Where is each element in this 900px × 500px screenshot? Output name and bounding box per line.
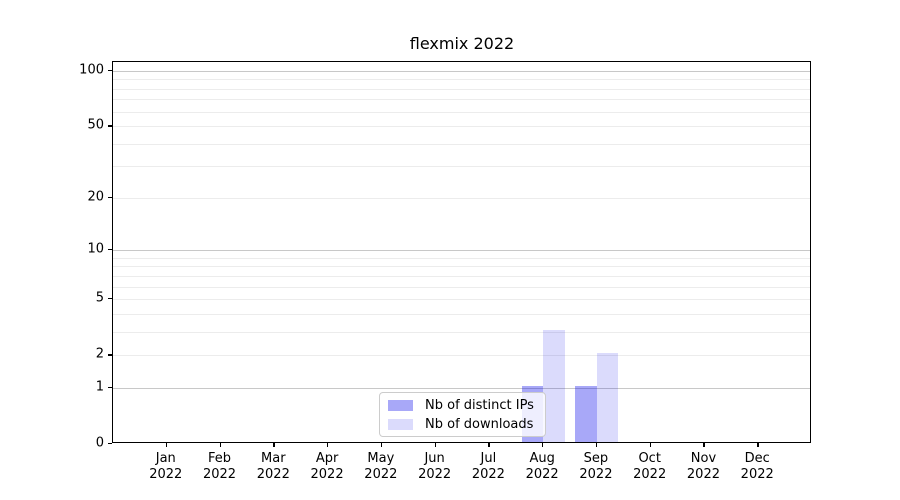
legend-label-downloads: Nb of downloads	[425, 417, 533, 432]
x-tick	[596, 443, 597, 447]
figure: flexmix 2022 Nb of distinct IPs Nb of do…	[0, 0, 900, 500]
y-tick-label: 5	[56, 291, 104, 306]
bar-distinct-ips-sep	[575, 386, 597, 442]
x-tick	[381, 443, 382, 447]
bar-downloads-aug	[543, 330, 565, 442]
x-tick-month: Nov	[687, 451, 720, 467]
x-tick-year: 2022	[418, 467, 451, 483]
x-tick	[166, 443, 167, 447]
chart-title: flexmix 2022	[410, 34, 514, 53]
x-tick-month: Sep	[579, 451, 612, 467]
gridline-minor	[113, 144, 810, 145]
y-tick-label: 2	[56, 347, 104, 362]
legend-item-distinct-ips: Nb of distinct IPs	[388, 398, 537, 413]
x-tick-label: Apr2022	[311, 451, 344, 483]
x-tick	[488, 443, 489, 447]
x-tick-year: 2022	[149, 467, 182, 483]
gridline-major	[113, 250, 810, 251]
x-tick-label: Sep2022	[579, 451, 612, 483]
x-tick-year: 2022	[257, 467, 290, 483]
x-tick-month: Jan	[149, 451, 182, 467]
y-tick-label: 0	[56, 436, 104, 451]
x-tick-label: Aug2022	[526, 451, 559, 483]
legend-label-distinct-ips: Nb of distinct IPs	[425, 398, 534, 413]
x-tick-month: May	[364, 451, 397, 467]
x-tick-label: Oct2022	[633, 451, 666, 483]
x-tick	[327, 443, 328, 447]
x-tick-year: 2022	[687, 467, 720, 483]
x-tick	[542, 443, 543, 447]
gridline-minor	[113, 258, 810, 259]
x-tick-month: Jul	[472, 451, 505, 467]
x-tick-month: Aug	[526, 451, 559, 467]
gridline-minor	[113, 112, 810, 113]
gridline-minor	[113, 299, 810, 300]
y-tick-label: 100	[56, 63, 104, 78]
x-tick-month: Mar	[257, 451, 290, 467]
y-tick-label: 20	[56, 189, 104, 204]
x-tick	[703, 443, 704, 447]
gridline-minor	[113, 287, 810, 288]
y-tick	[108, 249, 112, 250]
y-tick	[108, 387, 112, 388]
x-tick-year: 2022	[741, 467, 774, 483]
y-tick	[108, 354, 112, 355]
gridline-major	[113, 71, 810, 72]
x-tick-month: Jun	[418, 451, 451, 467]
legend-swatch-distinct-ips	[388, 400, 413, 411]
x-tick-month: Apr	[311, 451, 344, 467]
x-tick-label: Jun2022	[418, 451, 451, 483]
x-tick-year: 2022	[311, 467, 344, 483]
x-tick	[273, 443, 274, 447]
legend-item-downloads: Nb of downloads	[388, 417, 537, 432]
plot-area	[112, 61, 811, 443]
x-tick-label: May2022	[364, 451, 397, 483]
x-tick-year: 2022	[579, 467, 612, 483]
x-tick-label: Mar2022	[257, 451, 290, 483]
x-tick	[650, 443, 651, 447]
x-tick-month: Feb	[203, 451, 236, 467]
x-tick	[757, 443, 758, 447]
bar-downloads-sep	[597, 353, 619, 442]
gridline-major	[113, 388, 810, 389]
gridline-minor	[113, 89, 810, 90]
gridline-minor	[113, 126, 810, 127]
x-tick	[220, 443, 221, 447]
gridline-minor	[113, 166, 810, 167]
x-tick-label: Dec2022	[741, 451, 774, 483]
x-tick-year: 2022	[633, 467, 666, 483]
legend: Nb of distinct IPs Nb of downloads	[379, 392, 546, 437]
x-tick-year: 2022	[526, 467, 559, 483]
x-tick-label: Feb2022	[203, 451, 236, 483]
x-tick-month: Oct	[633, 451, 666, 467]
legend-swatch-downloads	[388, 419, 413, 430]
y-tick-label: 10	[56, 242, 104, 257]
x-tick-month: Dec	[741, 451, 774, 467]
x-tick	[435, 443, 436, 447]
y-tick	[108, 298, 112, 299]
gridline-minor	[113, 332, 810, 333]
x-tick-label: Jan2022	[149, 451, 182, 483]
gridline-minor	[113, 276, 810, 277]
x-tick-label: Nov2022	[687, 451, 720, 483]
x-tick-year: 2022	[364, 467, 397, 483]
gridline-minor	[113, 99, 810, 100]
y-tick	[108, 443, 112, 444]
gridline-minor	[113, 355, 810, 356]
x-tick-year: 2022	[203, 467, 236, 483]
x-tick-label: Jul2022	[472, 451, 505, 483]
gridline-minor	[113, 266, 810, 267]
x-tick-year: 2022	[472, 467, 505, 483]
y-tick	[108, 197, 112, 198]
gridline-minor	[113, 198, 810, 199]
gridline-minor	[113, 79, 810, 80]
y-tick	[108, 125, 112, 126]
y-tick-label: 50	[56, 118, 104, 133]
y-tick	[108, 70, 112, 71]
gridline-minor	[113, 314, 810, 315]
y-tick-label: 1	[56, 379, 104, 394]
